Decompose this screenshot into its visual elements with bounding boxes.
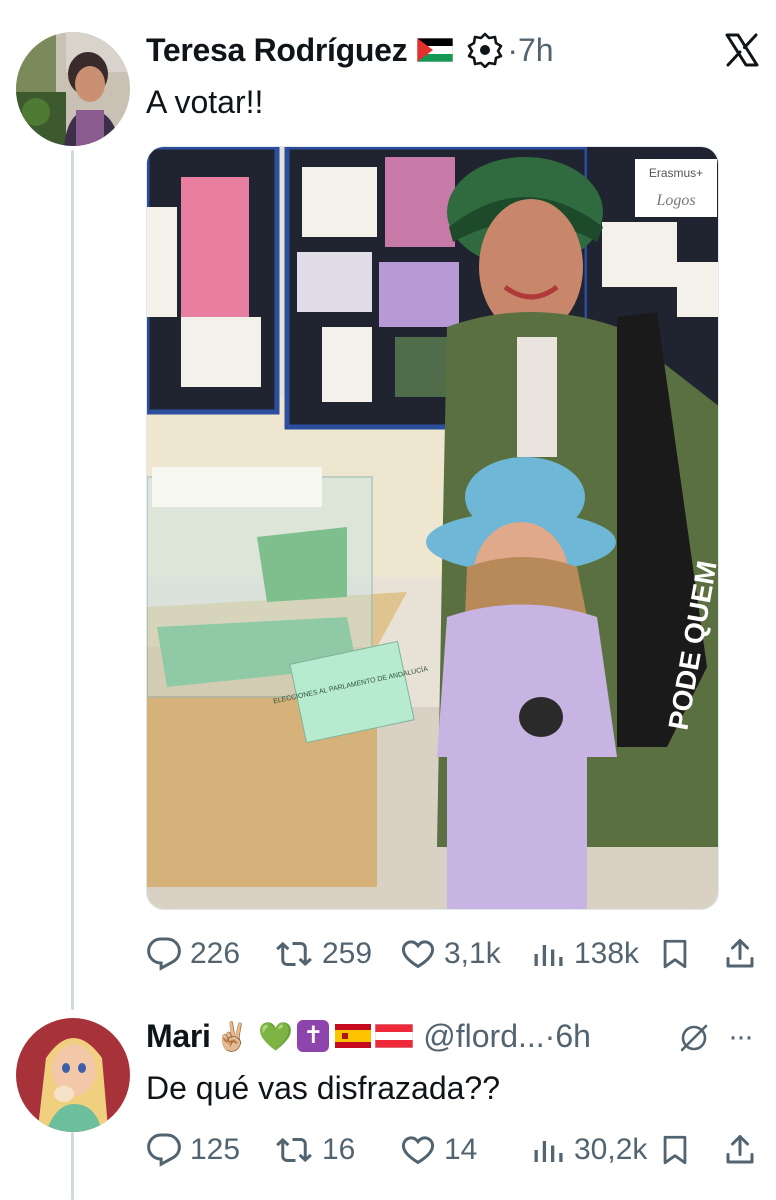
repost-count: 259 <box>322 937 373 970</box>
affiliate-badge-icon[interactable] <box>467 32 503 69</box>
share-icon <box>726 939 754 968</box>
reply-icon <box>147 1133 181 1167</box>
tweet-header: Teresa Rodríguez · 7h <box>146 28 554 72</box>
reply-button[interactable]: 226 <box>146 930 240 978</box>
bookmark-button[interactable] <box>658 1126 692 1174</box>
views-button[interactable]: 30,2k <box>530 1126 647 1174</box>
like-icon <box>401 940 435 969</box>
author-name[interactable]: Teresa Rodríguez <box>146 32 408 69</box>
cross-badge-icon: ✝ <box>297 1020 330 1052</box>
more-icon[interactable]: ··· <box>728 1020 754 1054</box>
reply-count: 226 <box>190 937 241 970</box>
like-count: 3,1k <box>444 937 501 970</box>
repost-button[interactable]: 259 <box>274 930 372 978</box>
tweet-time[interactable]: 7h <box>518 32 554 69</box>
photo-poster-label: Erasmus+ <box>649 166 703 180</box>
tweet-photo[interactable]: Erasmus+ Logos PODE QUEM ELECCIONES AL P… <box>146 146 719 910</box>
repost-button[interactable]: 16 <box>274 1126 355 1174</box>
like-button[interactable]: 3,1k <box>400 930 501 978</box>
reply-actions: 125 16 14 30,2k <box>146 1126 766 1174</box>
like-count: 14 <box>444 1133 478 1166</box>
reply-count: 125 <box>190 1133 241 1166</box>
photo-poster-sub: Logos <box>655 192 695 209</box>
reply-button[interactable]: 125 <box>146 1126 240 1174</box>
bookmark-icon <box>663 939 687 969</box>
repost-icon <box>276 941 312 967</box>
share-button[interactable] <box>722 930 758 978</box>
reply-avatar[interactable] <box>16 1018 130 1132</box>
tweet-actions: 226 259 3,1k 138k <box>146 930 766 978</box>
reply-header: Mari ✌🏼 💚 ✝ @flord... · 6h <box>146 1014 591 1058</box>
thread-line-reply <box>71 1132 74 1200</box>
views-icon <box>534 1141 563 1162</box>
separator: · <box>507 31 518 68</box>
palestine-flag-icon <box>416 37 454 63</box>
like-icon <box>401 1136 435 1165</box>
repost-count: 16 <box>322 1133 356 1166</box>
bookmark-icon <box>663 1135 687 1165</box>
reply-icon <box>147 937 181 971</box>
views-icon <box>534 945 563 966</box>
spain-flag-icon <box>335 1024 372 1048</box>
austria-flag-icon <box>374 1023 414 1049</box>
tweet-text: A votar!! <box>146 84 264 120</box>
reply-time[interactable]: 6h <box>555 1018 591 1055</box>
no-reply-icon[interactable] <box>676 1020 712 1056</box>
view-count: 138k <box>574 937 640 970</box>
share-button[interactable] <box>722 1126 758 1174</box>
reply-emojis: ✌🏼 💚 <box>214 1019 294 1053</box>
repost-icon <box>276 1137 312 1163</box>
like-button[interactable]: 14 <box>400 1126 477 1174</box>
avatar[interactable] <box>16 32 130 146</box>
view-count: 30,2k <box>574 1133 648 1166</box>
separator: · <box>544 1017 556 1054</box>
views-button[interactable]: 138k <box>530 930 639 978</box>
share-icon <box>726 1135 754 1164</box>
x-logo-icon[interactable] <box>722 30 762 70</box>
thread-line <box>71 150 74 1010</box>
bookmark-button[interactable] <box>658 930 692 978</box>
reply-author-name[interactable]: Mari <box>146 1018 211 1055</box>
reply-text: De qué vas disfrazada?? <box>146 1070 500 1106</box>
reply-handle[interactable]: @flord... <box>423 1018 544 1055</box>
